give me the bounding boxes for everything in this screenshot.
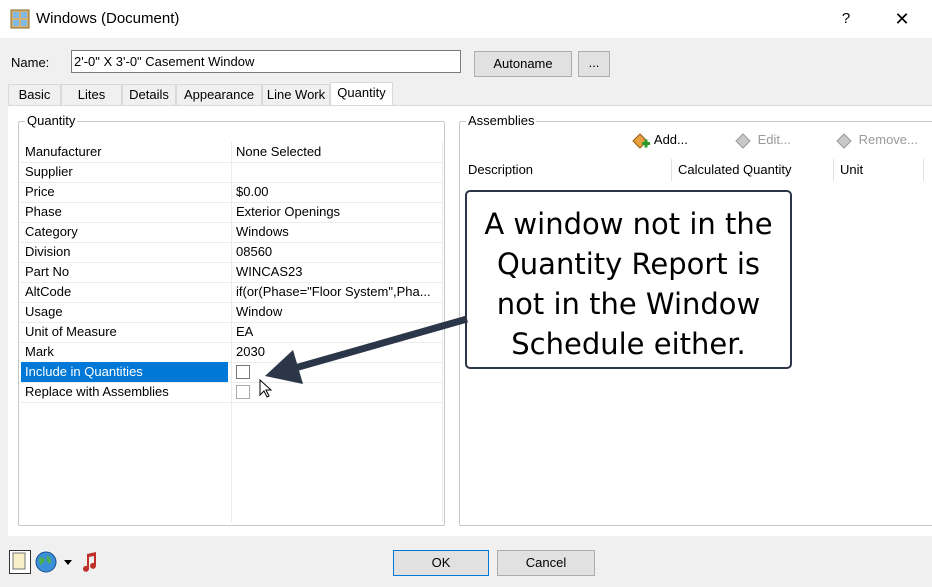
column-header-unit[interactable]: Unit bbox=[834, 159, 924, 181]
edit-assembly-button[interactable]: Edit... bbox=[734, 130, 791, 150]
remove-icon bbox=[836, 132, 852, 149]
name-field[interactable] bbox=[71, 50, 461, 73]
callout-line: Quantity Report is bbox=[496, 247, 761, 281]
property-value[interactable]: WINCAS23 bbox=[231, 262, 442, 282]
property-name: AltCode bbox=[25, 284, 72, 299]
property-name: Category bbox=[25, 224, 78, 239]
callout-line: not in the Window bbox=[496, 287, 761, 321]
property-name: Division bbox=[25, 244, 71, 259]
quantity-group-label: Quantity bbox=[25, 113, 78, 128]
property-name: Include in Quantities bbox=[21, 362, 228, 382]
property-row-division[interactable]: Division 08560 bbox=[21, 242, 442, 263]
property-row-phase[interactable]: Phase Exterior Openings bbox=[21, 202, 442, 223]
property-value[interactable]: if(or(Phase="Floor System",Pha... bbox=[231, 282, 442, 302]
tab-lites[interactable]: Lites bbox=[61, 84, 122, 105]
include-in-quantities-checkbox[interactable] bbox=[236, 365, 250, 379]
remove-label: Remove... bbox=[858, 132, 918, 147]
help-button[interactable]: ? bbox=[834, 6, 858, 32]
tab-appearance[interactable]: Appearance bbox=[176, 84, 262, 105]
property-value[interactable] bbox=[231, 162, 442, 182]
edit-icon bbox=[735, 132, 751, 149]
property-value[interactable]: Windows bbox=[231, 222, 442, 242]
tab-quantity[interactable]: Quantity bbox=[330, 82, 393, 106]
add-icon bbox=[632, 132, 650, 149]
tab-line-work[interactable]: Line Work bbox=[262, 84, 330, 105]
property-row-price[interactable]: Price $0.00 bbox=[21, 182, 442, 203]
property-name: Price bbox=[25, 184, 55, 199]
name-label: Name: bbox=[11, 55, 50, 70]
property-name: Usage bbox=[25, 304, 63, 319]
autoname-button[interactable]: Autoname bbox=[474, 51, 572, 77]
window-app-icon bbox=[10, 9, 30, 29]
title-bar: Windows (Document) ? ✕ bbox=[0, 0, 932, 38]
replace-with-assemblies-checkbox[interactable] bbox=[236, 385, 250, 399]
callout-line: A window not in the bbox=[484, 207, 773, 241]
mouse-cursor-icon bbox=[259, 379, 273, 398]
property-row-part-no[interactable]: Part No WINCAS23 bbox=[21, 262, 442, 283]
callout-line: Schedule either. bbox=[511, 327, 746, 361]
remove-assembly-button[interactable]: Remove... bbox=[835, 130, 918, 150]
column-header-description[interactable]: Description bbox=[462, 159, 672, 181]
property-name: Supplier bbox=[25, 164, 73, 179]
property-row-replace-with-assemblies[interactable]: Replace with Assemblies bbox=[21, 382, 442, 403]
edit-label: Edit... bbox=[757, 132, 791, 147]
property-name: Mark bbox=[25, 344, 54, 359]
tab-details[interactable]: Details bbox=[122, 84, 176, 105]
document-icon[interactable] bbox=[9, 550, 31, 574]
close-button[interactable]: ✕ bbox=[888, 6, 916, 32]
callout-arrow bbox=[265, 315, 468, 384]
property-name: Phase bbox=[25, 204, 62, 219]
property-value[interactable]: $0.00 bbox=[231, 182, 442, 202]
assemblies-group-label: Assemblies bbox=[466, 113, 537, 128]
tab-basic[interactable]: Basic bbox=[8, 84, 61, 105]
browse-button[interactable]: ... bbox=[578, 51, 610, 77]
window-title: Windows (Document) bbox=[36, 10, 180, 27]
property-name: Replace with Assemblies bbox=[25, 384, 169, 399]
callout-box: A window not in the Quantity Report is n… bbox=[465, 190, 792, 369]
property-row-altcode[interactable]: AltCode if(or(Phase="Floor System",Pha..… bbox=[21, 282, 442, 303]
music-note-icon[interactable] bbox=[79, 550, 101, 574]
property-name: Manufacturer bbox=[25, 144, 102, 159]
add-assembly-button[interactable]: Add... bbox=[631, 130, 688, 150]
cancel-button[interactable]: Cancel bbox=[497, 550, 595, 576]
chevron-down-icon[interactable] bbox=[62, 550, 74, 574]
column-header-calculated-quantity[interactable]: Calculated Quantity bbox=[672, 159, 834, 181]
property-value[interactable]: None Selected bbox=[231, 142, 442, 162]
property-name: Part No bbox=[25, 264, 70, 279]
property-name: Unit of Measure bbox=[25, 324, 117, 339]
add-label: Add... bbox=[653, 132, 688, 147]
property-row-supplier[interactable]: Supplier bbox=[21, 162, 442, 183]
property-value[interactable]: 08560 bbox=[231, 242, 442, 262]
property-row-category[interactable]: Category Windows bbox=[21, 222, 442, 243]
ok-button[interactable]: OK bbox=[393, 550, 489, 576]
globe-icon[interactable] bbox=[33, 550, 59, 574]
property-value[interactable]: Exterior Openings bbox=[231, 202, 442, 222]
property-row-manufacturer[interactable]: Manufacturer None Selected bbox=[21, 142, 442, 163]
